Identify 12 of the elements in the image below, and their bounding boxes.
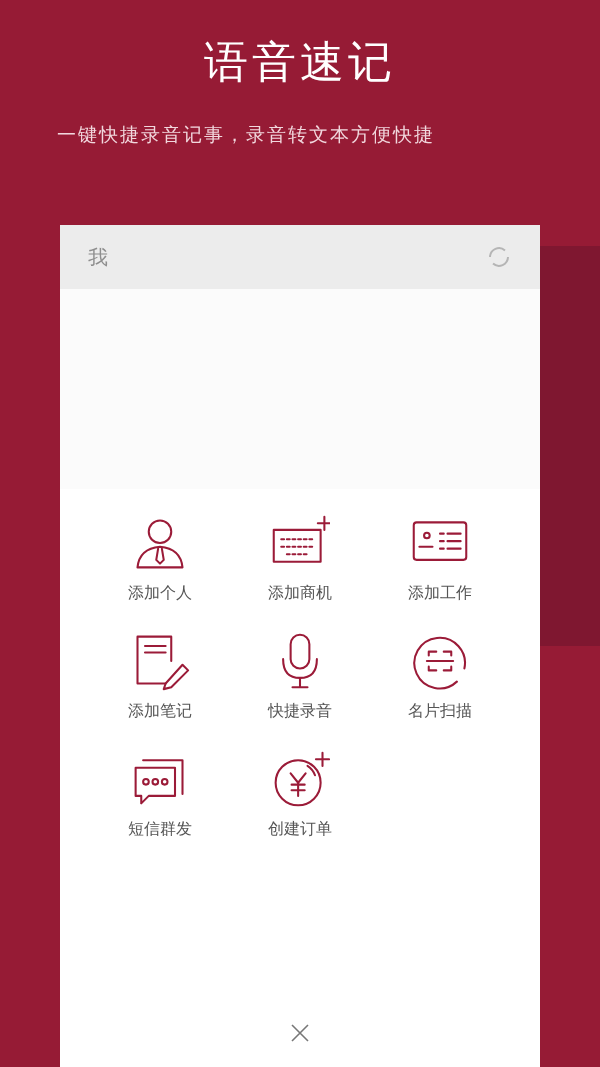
menu-item[interactable]: 创建订单 xyxy=(230,748,370,841)
menu-item[interactable]: 添加个人 xyxy=(90,512,230,605)
menu-item[interactable]: 快捷录音 xyxy=(230,630,370,723)
menu-item[interactable]: 名片扫描 xyxy=(370,630,510,723)
menu-item[interactable]: 添加工作 xyxy=(370,512,510,605)
close-icon xyxy=(290,1023,310,1043)
menu-item[interactable]: 添加笔记 xyxy=(90,630,230,723)
menu-item[interactable]: 短信群发 xyxy=(90,748,230,841)
header-title: 我 xyxy=(88,243,108,271)
headline: 语音速记 xyxy=(204,36,396,88)
menu-item[interactable]: 添加商机 xyxy=(230,512,370,605)
subtitle: 一键快捷录音记事，录音转文本方便快捷 xyxy=(57,122,435,147)
